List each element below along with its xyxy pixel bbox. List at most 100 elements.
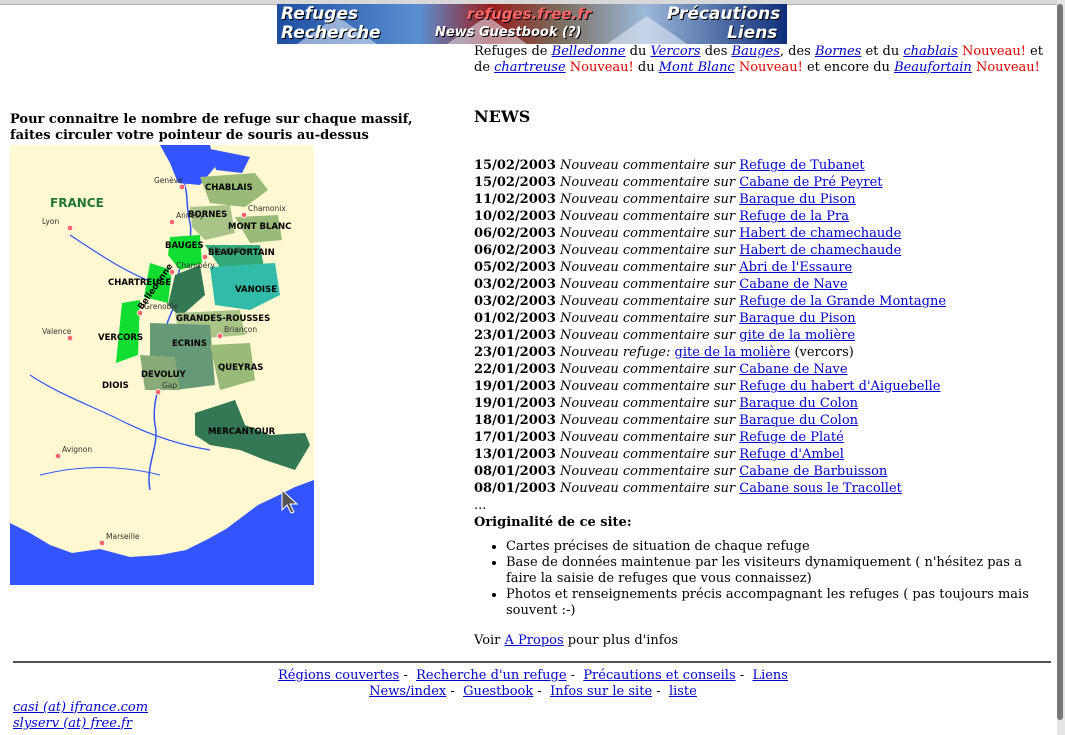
intro-text-part: et du <box>861 44 904 59</box>
vertical-scrollbar[interactable] <box>1057 0 1065 735</box>
news-refuge-link[interactable]: Baraque du Pison <box>739 311 855 326</box>
link-chartreuse[interactable]: chartreuse <box>494 60 566 75</box>
news-item: 05/02/2003 Nouveau commentaire sur Abri … <box>474 259 1054 276</box>
contact-email-link[interactable]: casi (at) ifrance.com <box>13 700 148 715</box>
news-refuge-link[interactable]: Baraque du Colon <box>739 396 858 411</box>
scrollbar-thumb[interactable] <box>1057 4 1063 720</box>
banner-links-news-guestbook[interactable]: News Guestbook (?) <box>435 26 581 39</box>
news-action: Nouveau refuge: <box>560 345 671 360</box>
news-date: 17/01/2003 <box>474 430 556 445</box>
city-marker <box>136 309 144 317</box>
news-refuge-link[interactable]: Refuge de la Grande Montagne <box>739 294 946 309</box>
news-refuge-link[interactable]: gite de la molière <box>675 345 791 360</box>
intro-text-part: du <box>625 44 651 59</box>
news-refuge-link[interactable]: Habert de chamechaude <box>739 243 901 258</box>
map-label-country: FRANCE <box>50 196 104 210</box>
footer-link-liens[interactable]: Liens <box>752 668 788 683</box>
map-label-city: Chamonix <box>248 204 286 213</box>
news-item: 11/02/2003 Nouveau commentaire sur Baraq… <box>474 191 1054 208</box>
banner-link-recherche[interactable]: Recherche <box>281 25 381 42</box>
massif-map-svg[interactable]: FRANCE CHABLAISBORNESMONT BLANCBAUGESBEA… <box>10 145 314 585</box>
news-refuge-link[interactable]: Refuge du habert d'Aiguebelle <box>739 379 940 394</box>
news-action: Nouveau commentaire sur <box>560 311 736 326</box>
news-action: Nouveau commentaire sur <box>560 328 736 343</box>
footer-link-regions[interactable]: Régions couvertes <box>278 668 399 683</box>
map-label-city: Briançon <box>224 325 257 334</box>
city-marker <box>98 539 106 547</box>
more-info-suffix: pour plus d'infos <box>563 633 679 648</box>
footer-nav: Régions couvertes - Recherche d'un refug… <box>13 668 1053 700</box>
map-label-city: Avignon <box>62 445 92 454</box>
news-action: Nouveau commentaire sur <box>560 209 736 224</box>
news-refuge-link[interactable]: Cabane de Pré Peyret <box>739 175 882 190</box>
news-date: 06/02/2003 <box>474 243 556 258</box>
news-action: Nouveau commentaire sur <box>560 447 736 462</box>
new-badge: Nouveau! <box>961 44 1026 59</box>
news-refuge-link[interactable]: Abri de l'Essaure <box>739 260 852 275</box>
map-label-massif[interactable]: GRANDES-ROUSSES <box>176 314 270 324</box>
map-label-city: Albertville <box>209 246 247 255</box>
massif-map[interactable]: FRANCE CHABLAIS BORNES MONT BLANC BAUGES BEA… <box>10 145 314 585</box>
news-refuge-link[interactable]: Cabane sous le Tracollet <box>739 481 902 496</box>
map-label-massif[interactable]: DIOIS <box>102 381 129 391</box>
news-refuge-link[interactable]: Cabane de Barbuisson <box>739 464 887 479</box>
link-beaufortain[interactable]: Beaufortain <box>894 60 972 75</box>
footer-link-infos[interactable]: Infos sur le site <box>550 684 652 699</box>
banner-link-liens[interactable]: Liens <box>727 25 777 42</box>
news-refuge-link[interactable]: Cabane de Nave <box>739 277 847 292</box>
news-refuge-link[interactable]: Habert de chamechaude <box>739 226 901 241</box>
news-refuge-link[interactable]: Baraque du Colon <box>739 413 858 428</box>
city-marker <box>178 183 186 191</box>
news-refuge-link[interactable]: Refuge de Tubanet <box>739 158 864 173</box>
news-date: 15/02/2003 <box>474 158 556 173</box>
news-refuge-link[interactable]: gite de la molière <box>739 328 855 343</box>
a-propos-link[interactable]: A Propos <box>505 633 564 648</box>
news-item: 06/02/2003 Nouveau commentaire sur Haber… <box>474 225 1054 242</box>
news-item: 03/02/2003 Nouveau commentaire sur Caban… <box>474 276 1054 293</box>
city-marker <box>216 332 224 340</box>
city-marker <box>168 218 176 226</box>
link-mont-blanc[interactable]: Mont Blanc <box>659 60 735 75</box>
news-action: Nouveau commentaire sur <box>560 192 736 207</box>
map-label-massif[interactable]: DEVOLUY <box>141 370 187 380</box>
news-date: 03/02/2003 <box>474 294 556 309</box>
news-refuge-link[interactable]: Refuge d'Ambel <box>739 447 844 462</box>
map-instructions-line: faites circuler votre pointeur de souris… <box>10 128 369 143</box>
footer-link-news[interactable]: News/index <box>369 684 446 699</box>
news-action: Nouveau commentaire sur <box>560 362 736 377</box>
map-label-massif[interactable]: MONT BLANC <box>228 222 291 232</box>
news-refuge-link[interactable]: Cabane de Nave <box>739 362 847 377</box>
map-label-massif[interactable]: VANOISE <box>235 285 277 295</box>
feature-item: Base de données maintenue par les visite… <box>506 555 1054 587</box>
footer-link-guestbook[interactable]: Guestbook <box>463 684 533 699</box>
footer-link-precautions[interactable]: Précautions et conseils <box>583 668 735 683</box>
news-action: Nouveau commentaire sur <box>560 464 736 479</box>
footer-link-recherche[interactable]: Recherche d'un refuge <box>416 668 566 683</box>
site-banner[interactable]: Refuges Recherche refuges.free.fr News G… <box>277 4 787 44</box>
news-item: 19/01/2003 Nouveau commentaire sur Refug… <box>474 378 1054 395</box>
map-label-massif[interactable]: CHABLAIS <box>205 183 253 193</box>
map-label-massif[interactable]: BAUGES <box>165 241 204 251</box>
city-marker <box>54 452 62 460</box>
news-refuge-link[interactable]: Refuge de la Pra <box>739 209 849 224</box>
news-date: 18/01/2003 <box>474 413 556 428</box>
map-label-massif[interactable]: VERCORS <box>98 333 143 343</box>
link-chablais[interactable]: chablais <box>903 44 957 59</box>
link-vercors[interactable]: Vercors <box>650 44 700 59</box>
link-belledonne[interactable]: Belledonne <box>552 44 626 59</box>
banner-link-refuges[interactable]: Refuges <box>281 6 358 23</box>
link-bornes[interactable]: Bornes <box>815 44 861 59</box>
link-bauges[interactable]: Bauges <box>732 44 780 59</box>
news-refuge-link[interactable]: Baraque du Pison <box>739 192 855 207</box>
originality-heading: Originalité de ce site: <box>474 515 632 530</box>
contact-email-link[interactable]: slyserv (at) free.fr <box>13 716 132 731</box>
news-action: Nouveau commentaire sur <box>560 243 736 258</box>
footer-link-liste[interactable]: liste <box>669 684 697 699</box>
map-label-massif[interactable]: MERCANTOUR <box>208 427 276 437</box>
banner-link-precautions[interactable]: Précautions <box>667 6 780 23</box>
map-label-massif[interactable]: QUEYRAS <box>218 363 263 373</box>
new-badge: Nouveau! <box>738 60 803 75</box>
news-refuge-link[interactable]: Refuge de Platé <box>739 430 844 445</box>
news-heading: NEWS <box>474 107 531 126</box>
map-label-massif[interactable]: ECRINS <box>172 339 207 349</box>
